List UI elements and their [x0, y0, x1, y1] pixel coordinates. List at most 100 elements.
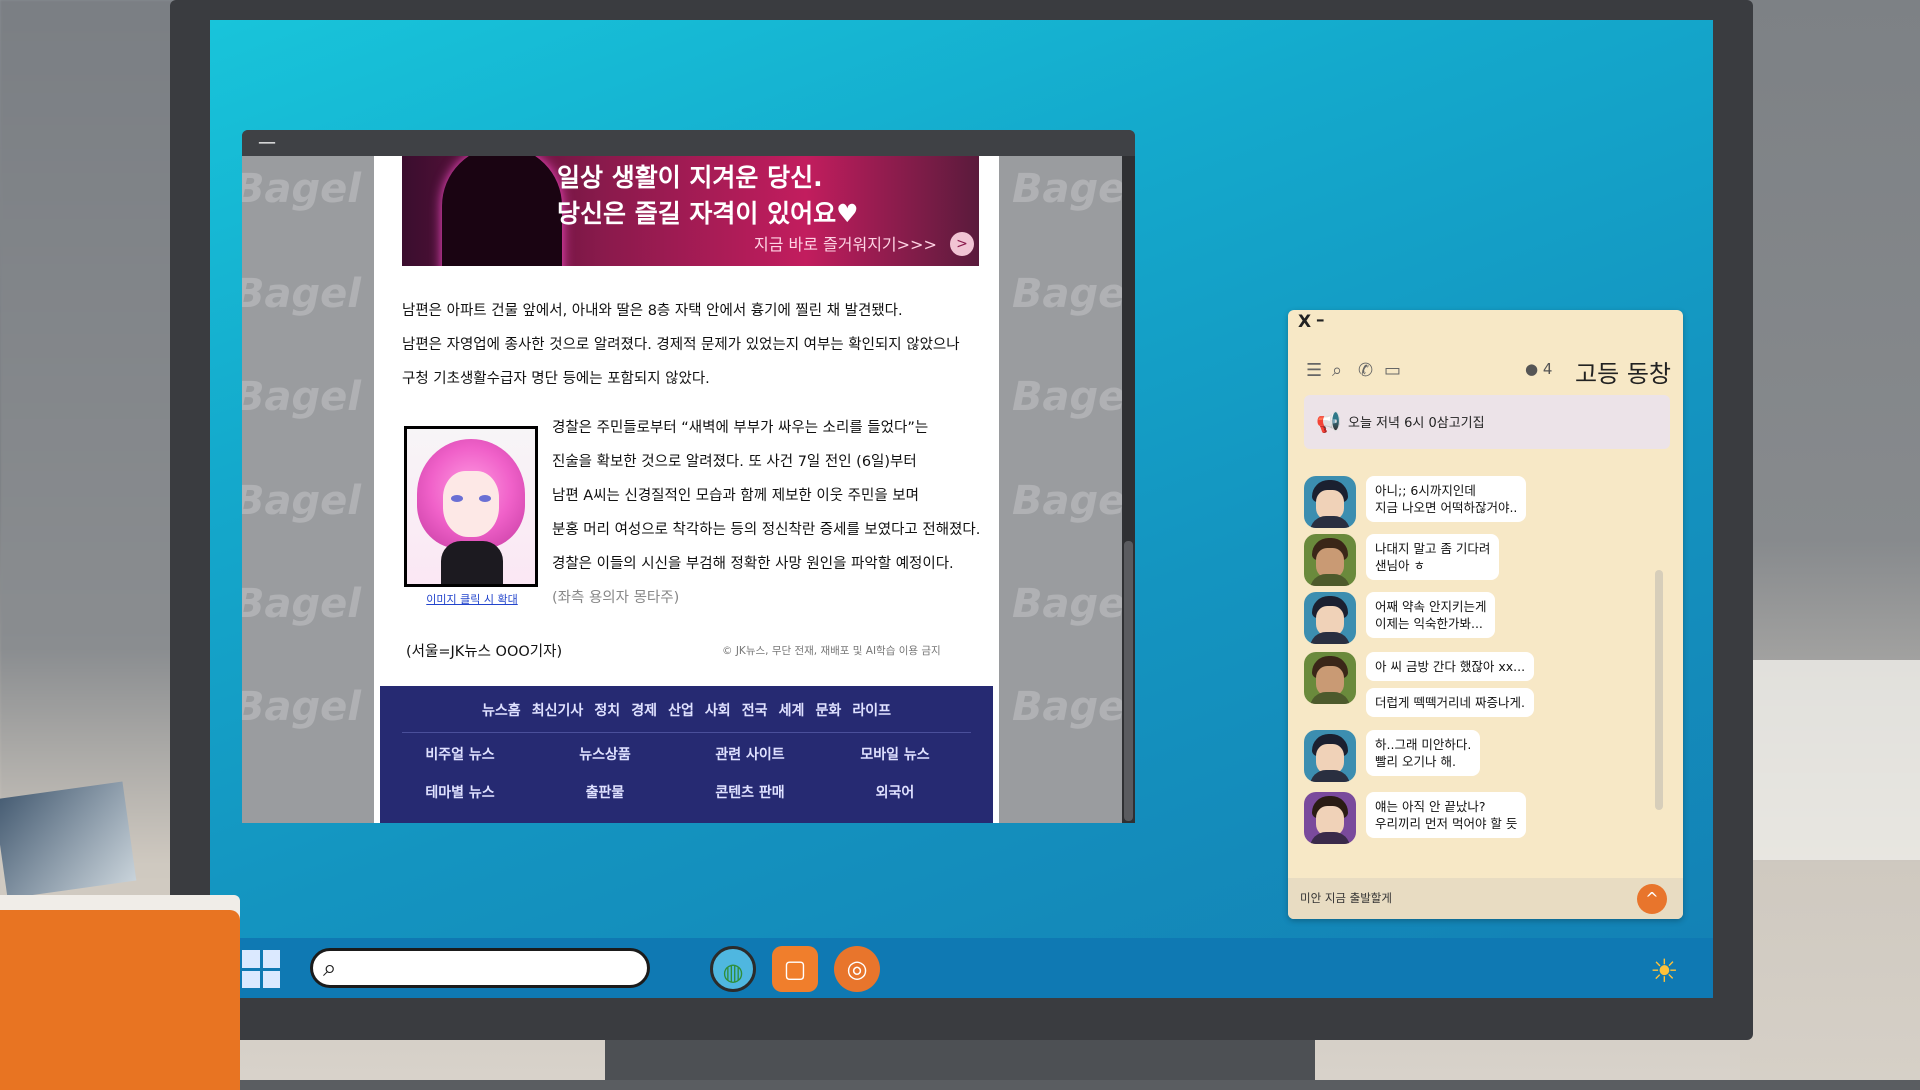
messenger-window: X – ☰ ⌕ ✆ ▭ ● 4 고등 동창 📢 오늘 저녁 6시 0삼고기집 아… [1288, 310, 1683, 919]
member-count[interactable]: ● 4 [1525, 360, 1552, 378]
chat-notice[interactable]: 📢 오늘 저녁 6시 0삼고기집 [1304, 395, 1670, 449]
ad-headline-2: 당신은 즐길 자격이 있어요♥ [557, 194, 859, 230]
start-logo-tile [242, 971, 260, 989]
person-icon: ● [1525, 360, 1538, 378]
avatar-body [1310, 632, 1350, 644]
taskbar: ⌕ ◍ ▢ ◎ ☀ [210, 938, 1713, 998]
browser-scrollbar-thumb[interactable] [1124, 541, 1133, 821]
desktop-screen: — Bagel Ne Bagel Ne Bagel Ne Bagel Ne Ba… [210, 20, 1713, 998]
footer-link[interactable]: 전국 [742, 703, 768, 719]
footer-link[interactable]: 모바일 뉴스 [835, 744, 955, 764]
office-wall-right [1740, 0, 1920, 1080]
ad-arrow-icon[interactable]: > [950, 232, 974, 256]
photo-frame [0, 781, 136, 898]
phone-icon[interactable]: ✆ [1358, 360, 1373, 381]
montage-face [443, 471, 499, 537]
chat-message: 얘는 아직 안 끝났나? 우리끼리 먼저 먹어야 할 듯 [1366, 792, 1526, 838]
chat-close-button[interactable]: X [1298, 312, 1311, 332]
weather-sun-icon[interactable]: ☀ [1650, 952, 1679, 990]
footer-link[interactable]: 최신기사 [532, 703, 584, 719]
footer-link[interactable]: 경제 [631, 703, 657, 719]
megaphone-icon: 📢 [1316, 410, 1341, 434]
article-paragraph: 남편은 아파트 건물 앞에서, 아내와 딸은 8층 자택 안에서 흉기에 찔린 … [402, 299, 903, 320]
avatar[interactable] [1304, 534, 1356, 586]
footer-divider [402, 732, 971, 733]
footer-link[interactable]: 라이프 [852, 703, 891, 719]
image-caption: (좌측 용의자 몽타주) [552, 586, 679, 607]
watermark: Bagel Ne [1012, 684, 1135, 730]
avatar-body [1310, 516, 1350, 528]
footer-link[interactable]: 문화 [816, 703, 842, 719]
footer-link[interactable]: 뉴스홈 [482, 703, 521, 719]
coffee-cup [0, 910, 240, 1090]
browser-titlebar: — [242, 130, 1135, 156]
video-call-icon[interactable]: ▭ [1384, 360, 1401, 381]
globe-icon[interactable]: ◍ [710, 946, 756, 992]
ad-cta-text[interactable]: 지금 바로 즐거워지기>>> [754, 231, 937, 255]
montage-neck [441, 541, 503, 587]
monitor-stand [605, 1040, 1315, 1080]
send-button[interactable]: ^ [1637, 884, 1667, 914]
menu-icon[interactable]: ☰ [1306, 360, 1322, 381]
image-enlarge-link[interactable]: 이미지 클릭 시 확대 [402, 591, 542, 607]
chat-titlebar: X – [1288, 310, 1683, 340]
footer-link[interactable]: 출판물 [545, 782, 665, 802]
start-button[interactable] [242, 950, 280, 988]
chat-minimize-button[interactable]: – [1316, 310, 1325, 330]
article-paragraph: 분홍 머리 여성으로 착각하는 등의 정신착란 증세를 보였다고 전해졌다. [552, 518, 980, 539]
footer-link[interactable]: 콘텐츠 판매 [690, 782, 810, 802]
watermark: Bagel Ne [1012, 478, 1135, 524]
chat-scrollbar[interactable] [1655, 570, 1663, 810]
footer-link[interactable]: 정치 [594, 703, 620, 719]
avatar[interactable] [1304, 592, 1356, 644]
chat-message: 하..그래 미안하다. 빨리 오기나 해. [1366, 730, 1480, 776]
chat-message: 아 씨 금방 간다 했잖아 xx... [1366, 652, 1534, 681]
chat-message: 어째 약속 안지키는게 이제는 익숙한가봐... [1366, 592, 1495, 638]
footer-link[interactable]: 테마별 뉴스 [400, 782, 520, 802]
watermark: Bagel Ne [1012, 374, 1135, 420]
avatar[interactable] [1304, 730, 1356, 782]
banner-ad[interactable]: 일상 생활이 지겨운 당신. 당신은 즐길 자격이 있어요♥ 지금 바로 즐거워… [402, 156, 979, 266]
ad-headline-1: 일상 생활이 지겨운 당신. [557, 158, 823, 194]
watermark: Bagel Ne [1012, 271, 1135, 317]
footer-link[interactable]: 비주얼 뉴스 [400, 744, 520, 764]
browser-minimize-button[interactable]: — [258, 132, 276, 153]
watermark: Bagel Ne [1012, 581, 1135, 627]
news-footer-nav: 뉴스홈 최신기사 정치 경제 산업 사회 전국 세계 문화 라이프 비주얼 뉴스… [380, 686, 993, 823]
chat-input-field[interactable]: 미안 지금 출발할게 [1300, 890, 1392, 906]
chat-message: 더럽게 떽떽거리네 짜증나게. [1366, 688, 1534, 717]
chat-header: ☰ ⌕ ✆ ▭ ● 4 고등 동창 [1288, 352, 1683, 388]
search-icon[interactable]: ⌕ [1332, 360, 1342, 381]
magnifier-app-icon[interactable]: ◎ [834, 946, 880, 992]
browser-window: — Bagel Ne Bagel Ne Bagel Ne Bagel Ne Ba… [242, 130, 1135, 823]
chat-message: 아니;; 6시까지인데 지금 나오면 어떡하잖거야.. [1366, 476, 1526, 522]
avatar-body [1310, 770, 1350, 782]
avatar-body [1310, 832, 1350, 844]
avatar[interactable] [1304, 792, 1356, 844]
avatar-body [1310, 574, 1350, 586]
montage-eye [451, 495, 463, 502]
watermark: Bagel Ne [1012, 166, 1135, 212]
notice-text: 오늘 저녁 6시 0삼고기집 [1348, 412, 1485, 431]
start-logo-tile [263, 950, 281, 968]
article-paragraph: 진술을 확보한 것으로 알려졌다. 또 사건 7일 전인 (6일)부터 [552, 450, 917, 471]
footer-link[interactable]: 사회 [705, 703, 731, 719]
footer-link[interactable]: 세계 [779, 703, 805, 719]
footer-link[interactable]: 관련 사이트 [690, 744, 810, 764]
chat-input-bar[interactable]: 미안 지금 출발할게 ^ [1288, 878, 1683, 919]
suspect-montage-image[interactable] [404, 426, 538, 587]
article-paragraph: 남편 A씨는 신경질적인 모습과 함께 제보한 이웃 주민을 보며 [552, 484, 919, 505]
taskbar-search-input[interactable]: ⌕ [310, 948, 650, 988]
footer-link[interactable]: 뉴스상품 [545, 744, 665, 764]
footer-link[interactable]: 산업 [668, 703, 694, 719]
avatar[interactable] [1304, 476, 1356, 528]
chat-icon[interactable]: ▢ [772, 946, 818, 992]
chat-message: 나대지 말고 좀 기다려 샌님아 ㅎ [1366, 534, 1499, 580]
start-logo-tile [242, 950, 260, 968]
news-article-page: 일상 생활이 지겨운 당신. 당신은 즐길 자격이 있어요♥ 지금 바로 즐거워… [374, 156, 999, 823]
article-paragraph: 경찰은 주민들로부터 “새벽에 부부가 싸우는 소리를 들었다”는 [552, 416, 928, 437]
article-paragraph: 남편은 자영업에 종사한 것으로 알려졌다. 경제적 문제가 있었는지 여부는 … [402, 333, 960, 354]
footer-link[interactable]: 외국어 [835, 782, 955, 802]
montage-eye [479, 495, 491, 502]
avatar[interactable] [1304, 652, 1356, 704]
